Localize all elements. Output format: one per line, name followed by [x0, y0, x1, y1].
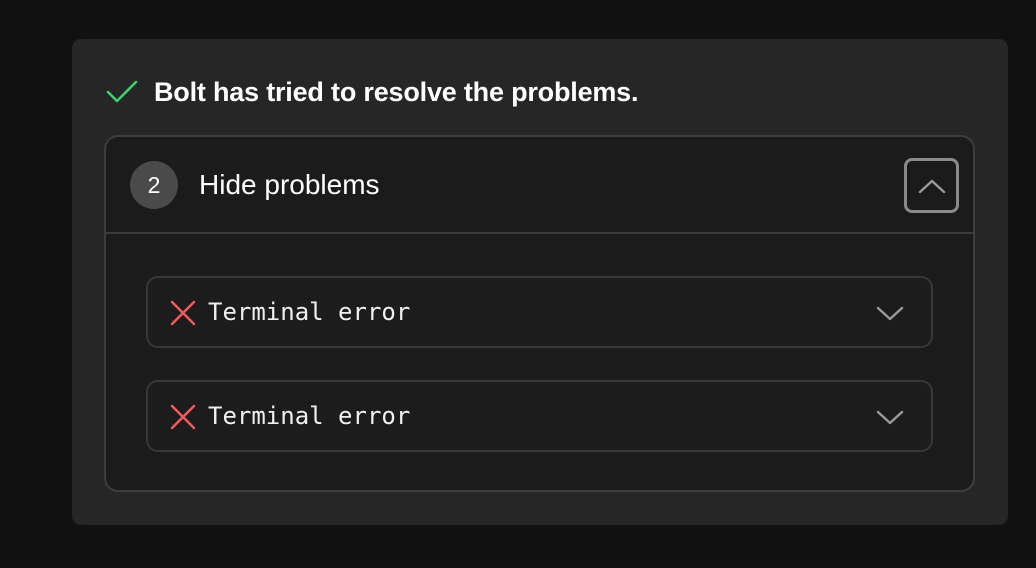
x-icon — [170, 404, 196, 430]
problem-item-label: Terminal error — [208, 298, 411, 326]
x-icon — [170, 300, 196, 326]
hide-problems-label[interactable]: Hide problems — [199, 167, 380, 203]
problem-count-badge: 2 — [130, 161, 178, 209]
problem-item-terminal-error[interactable]: Terminal error — [146, 380, 933, 452]
problems-panel: 2 Hide problems Terminal error Terminal … — [104, 135, 975, 492]
problem-item-label: Terminal error — [208, 402, 411, 430]
problems-card: Bolt has tried to resolve the problems. … — [72, 39, 1008, 525]
status-row: Bolt has tried to resolve the problems. — [106, 76, 639, 107]
chevron-up-icon — [918, 179, 945, 193]
check-icon — [106, 80, 138, 104]
status-message: Bolt has tried to resolve the problems. — [154, 76, 639, 107]
chevron-down-icon[interactable] — [875, 407, 905, 427]
problems-header[interactable]: 2 Hide problems — [106, 137, 973, 234]
collapse-problems-button[interactable] — [904, 158, 959, 213]
problem-item-terminal-error[interactable]: Terminal error — [146, 276, 933, 348]
chevron-down-icon[interactable] — [875, 303, 905, 323]
